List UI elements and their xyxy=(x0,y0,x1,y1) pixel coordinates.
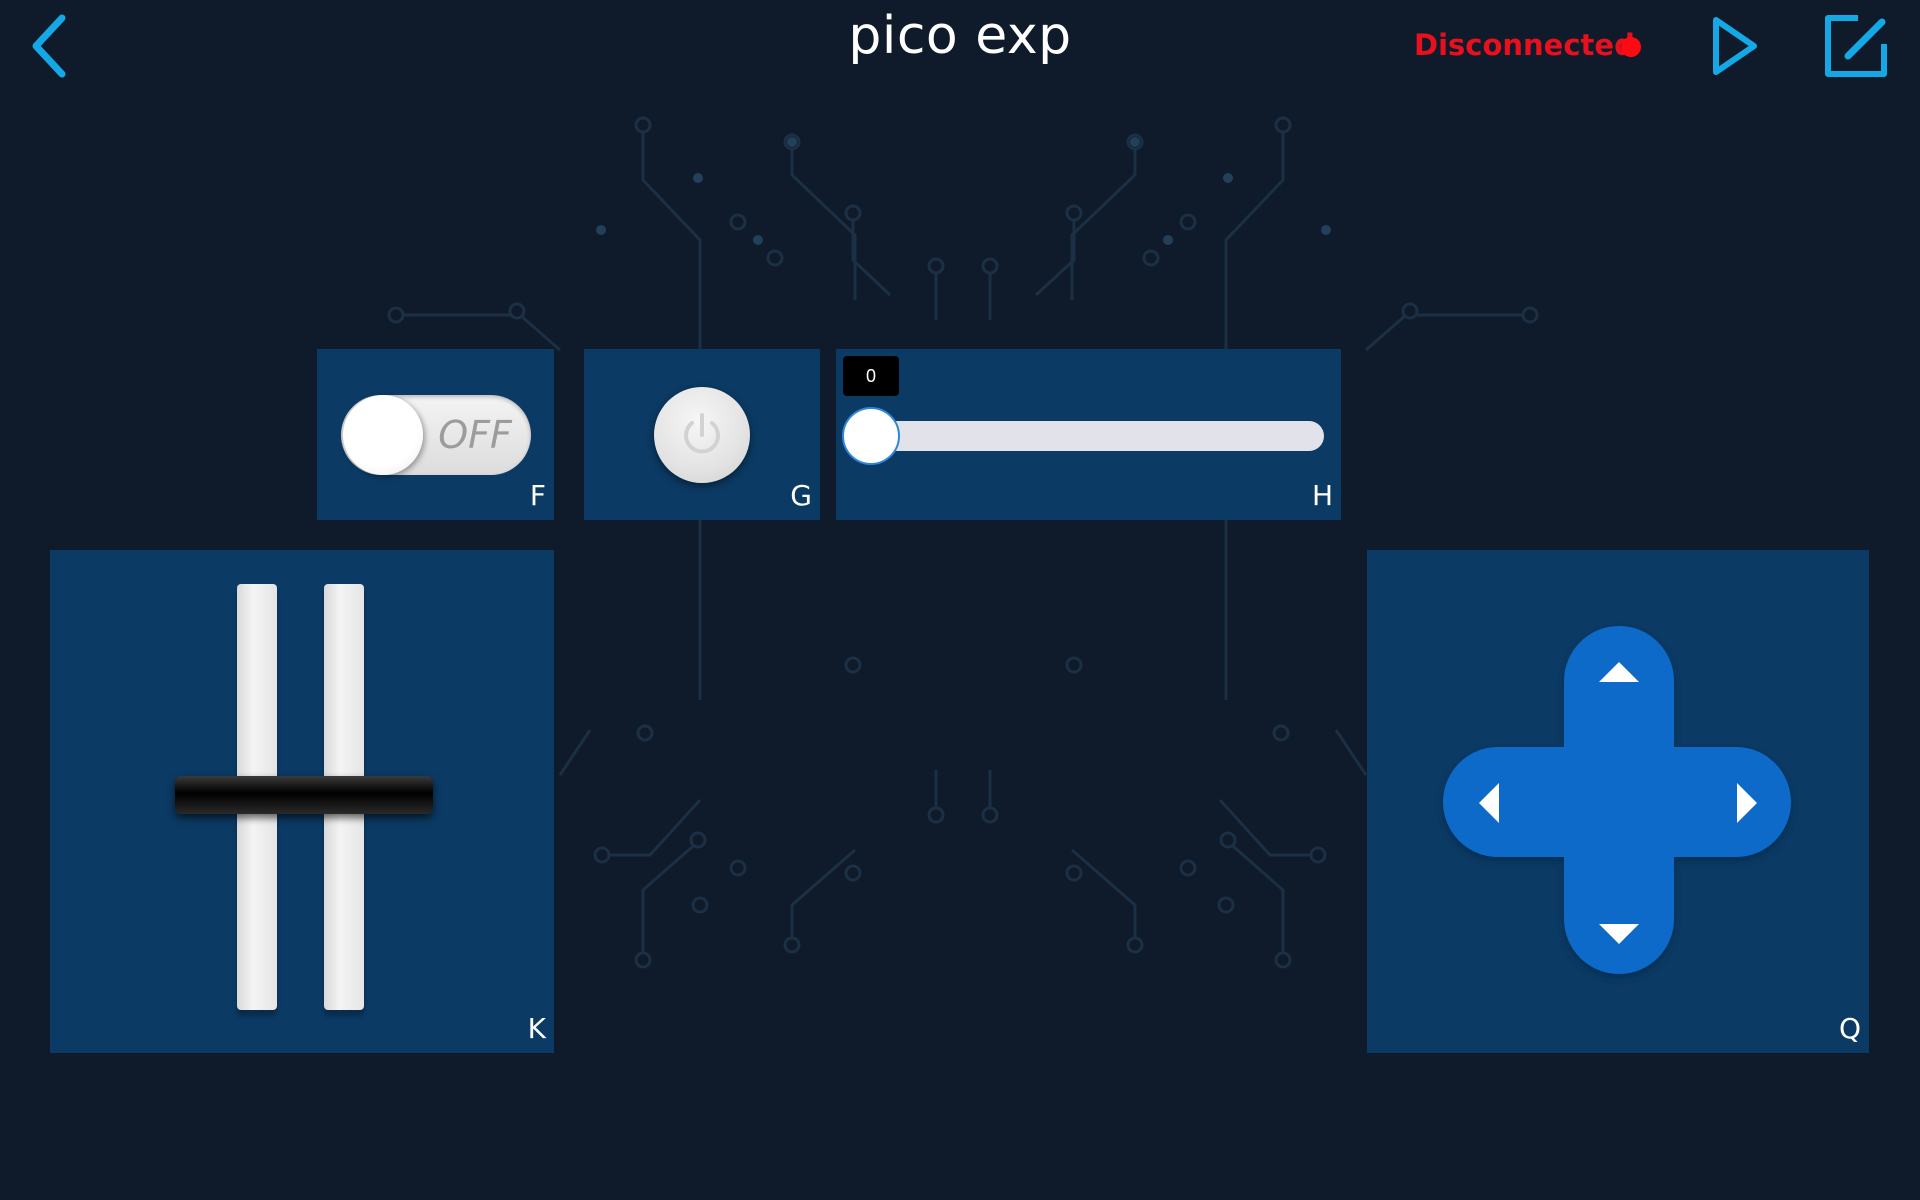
widget-label-k: K xyxy=(527,1012,546,1045)
play-icon[interactable] xyxy=(1706,12,1762,80)
widget-label-q: Q xyxy=(1838,1012,1861,1045)
switch-knob xyxy=(343,395,423,475)
power-icon xyxy=(684,413,720,454)
power-button[interactable] xyxy=(654,387,750,483)
slider-value-tooltip: 0 xyxy=(843,356,899,396)
dpad-down-button[interactable] xyxy=(1564,866,1674,976)
status-indicator-dot xyxy=(1621,37,1641,57)
button-widget-panel: G xyxy=(584,349,820,520)
app-screen: pico exp Disconnected OFF F G 0 H K Q xyxy=(0,0,1920,1200)
dpad-widget-panel: Q xyxy=(1367,550,1869,1053)
dpad-right-button[interactable] xyxy=(1683,747,1793,857)
switch-state-text: OFF xyxy=(438,413,512,457)
direction-pad xyxy=(1443,626,1793,976)
widget-label-f: F xyxy=(529,479,546,512)
throttle-widget-panel: K xyxy=(50,550,554,1053)
slider-widget-panel: 0 H xyxy=(836,349,1341,520)
slider-thumb[interactable] xyxy=(842,407,900,465)
on-off-switch[interactable]: OFF xyxy=(341,395,531,475)
dpad-left-button[interactable] xyxy=(1443,747,1553,857)
switch-widget-panel: OFF F xyxy=(317,349,554,520)
connection-status: Disconnected xyxy=(1414,28,1635,62)
dpad-up-button[interactable] xyxy=(1564,626,1674,736)
edit-icon[interactable] xyxy=(1822,12,1890,80)
widget-label-h: H xyxy=(1311,479,1333,512)
slider-track[interactable] xyxy=(854,421,1324,451)
throttle-lever[interactable] xyxy=(175,776,433,814)
widget-label-g: G xyxy=(790,479,812,512)
